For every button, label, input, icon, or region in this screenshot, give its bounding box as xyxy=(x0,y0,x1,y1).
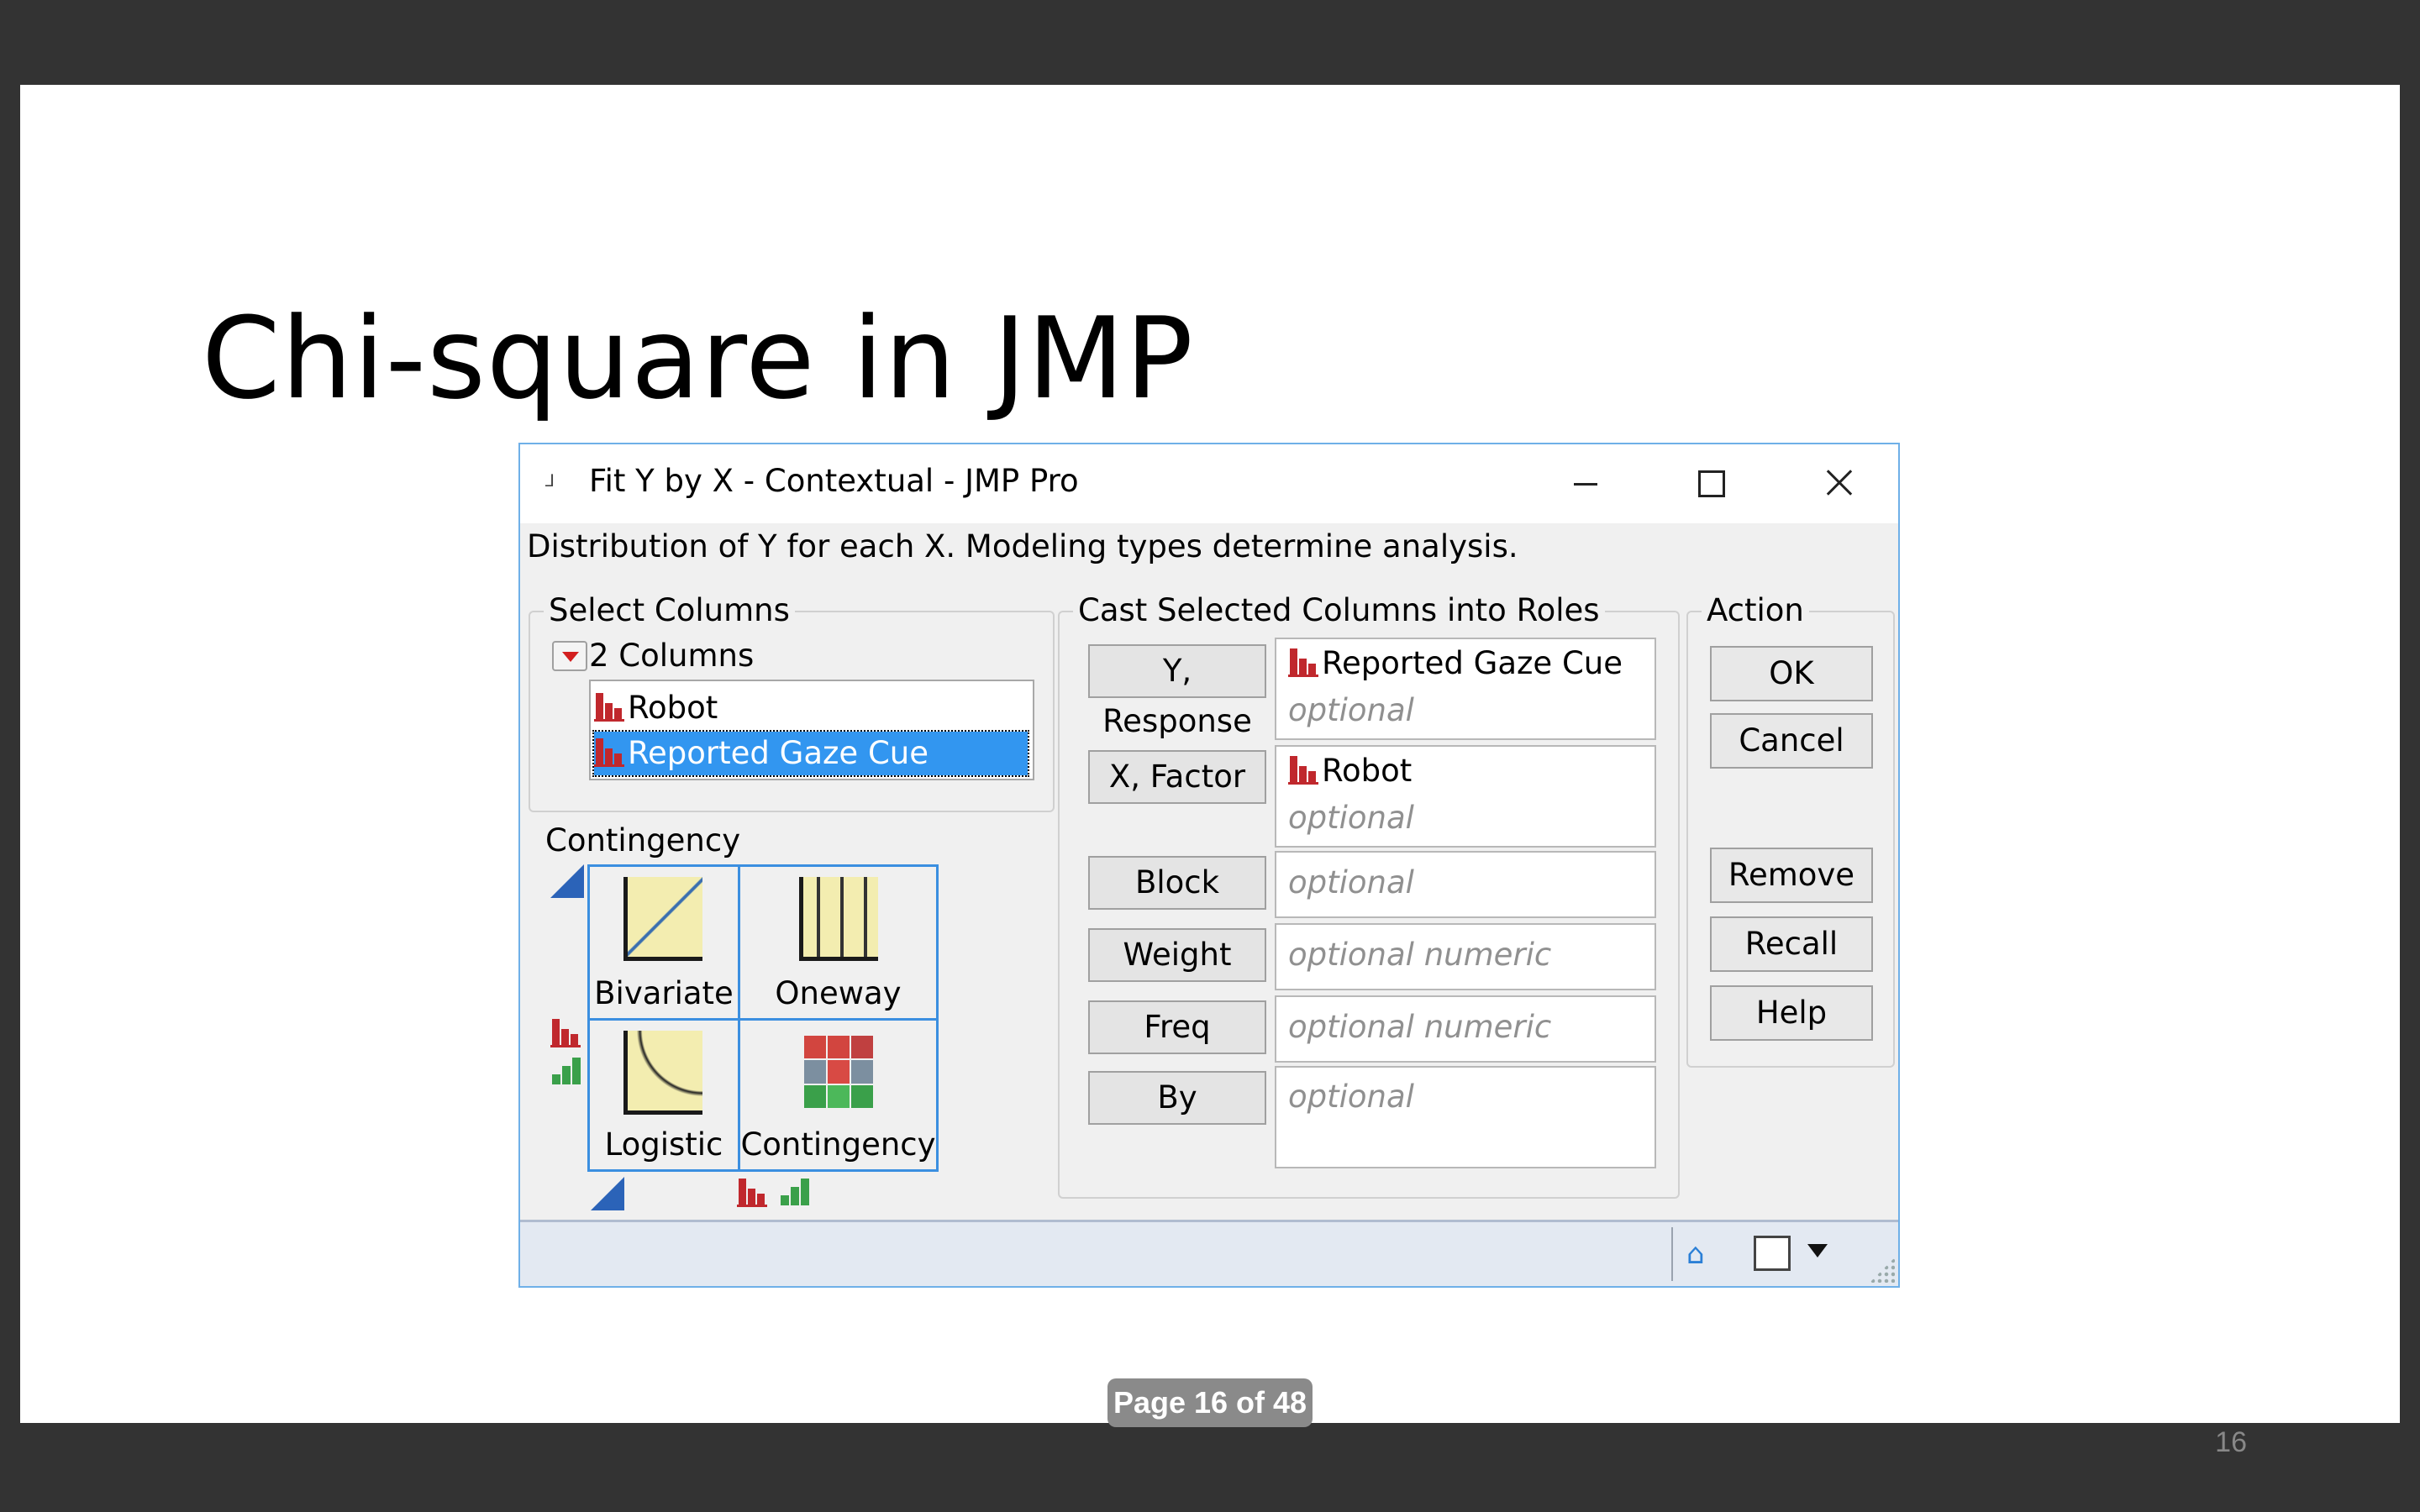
window-title: Fit Y by X - Contextual - JMP Pro xyxy=(589,463,1079,499)
dialog-description: Distribution of Y for each X. Modeling t… xyxy=(527,528,1518,564)
y-response-button[interactable]: Y, Response xyxy=(1088,644,1266,739)
ordinal-icon xyxy=(550,1054,582,1086)
nominal-icon xyxy=(550,1016,582,1047)
bivariate-icon xyxy=(623,877,702,961)
x-factor-button[interactable]: X, Factor xyxy=(1088,750,1266,804)
role-placeholder: optional xyxy=(1288,692,1414,728)
fit-y-by-x-dialog: ⅃ Fit Y by X - Contextual - JMP Pro Dist… xyxy=(518,443,1900,1288)
slide-title: Chi-square in JMP xyxy=(202,293,1194,424)
x-factor-field[interactable]: Robot optional xyxy=(1275,745,1656,848)
status-bar: ⌂ xyxy=(520,1220,1898,1286)
role-placeholder: optional numeric xyxy=(1288,937,1552,973)
home-icon[interactable]: ⌂ xyxy=(1686,1239,1720,1269)
ordinal-icon xyxy=(779,1175,811,1207)
cell-label: Bivariate xyxy=(594,975,734,1011)
ok-button[interactable]: OK xyxy=(1710,646,1873,701)
y-response-field[interactable]: Reported Gaze Cue optional xyxy=(1275,638,1656,740)
select-columns-group: Select Columns 2 Columns Robot Reported … xyxy=(529,592,1055,812)
select-columns-label: Select Columns xyxy=(544,592,795,628)
remove-button[interactable]: Remove xyxy=(1710,848,1873,903)
cast-roles-group: Cast Selected Columns into Roles Y, Resp… xyxy=(1058,592,1680,1199)
role-placeholder: optional numeric xyxy=(1288,1009,1552,1045)
oneway-icon xyxy=(799,877,878,961)
minimize-button[interactable] xyxy=(1520,444,1646,523)
help-button[interactable]: Help xyxy=(1710,985,1873,1041)
role-placeholder: optional xyxy=(1288,1079,1414,1115)
cell-label: Oneway xyxy=(775,975,902,1011)
close-button[interactable] xyxy=(1774,444,1900,523)
nominal-icon xyxy=(737,1175,769,1207)
column-name: Robot xyxy=(628,690,718,726)
dropdown-arrow-icon[interactable] xyxy=(1807,1244,1828,1257)
list-item[interactable]: Robot xyxy=(594,686,1028,730)
oneway-cell[interactable]: Oneway xyxy=(738,867,936,1018)
by-button[interactable]: By xyxy=(1088,1071,1266,1125)
role-placeholder: optional xyxy=(1288,864,1414,900)
cell-label: Contingency xyxy=(740,1126,936,1163)
cancel-button[interactable]: Cancel xyxy=(1710,713,1873,769)
nominal-icon xyxy=(594,735,626,767)
logistic-icon xyxy=(623,1031,702,1115)
action-label: Action xyxy=(1702,592,1809,628)
page-indicator: Page 16 of 48 xyxy=(1107,1378,1313,1427)
resize-grip-icon[interactable] xyxy=(1870,1257,1895,1283)
continuous-icon xyxy=(591,1177,624,1210)
slide-number: 16 xyxy=(2215,1426,2247,1458)
maximize-button[interactable] xyxy=(1646,444,1772,523)
block-button[interactable]: Block xyxy=(1088,856,1266,910)
recall-button[interactable]: Recall xyxy=(1710,916,1873,972)
platform-label: Contingency xyxy=(545,822,741,858)
columns-menu-button[interactable] xyxy=(552,641,587,671)
nominal-icon xyxy=(1288,753,1320,785)
column-list[interactable]: Robot Reported Gaze Cue xyxy=(589,680,1034,780)
nominal-icon xyxy=(594,690,626,722)
status-separator xyxy=(1671,1227,1673,1281)
weight-field[interactable]: optional numeric xyxy=(1275,923,1656,990)
title-bar[interactable]: ⅃ Fit Y by X - Contextual - JMP Pro xyxy=(520,444,1898,523)
cast-roles-label: Cast Selected Columns into Roles xyxy=(1073,592,1605,628)
role-placeholder: optional xyxy=(1288,800,1414,836)
contingency-cell[interactable]: Contingency xyxy=(738,1018,936,1169)
app-icon: ⅃ xyxy=(545,470,555,491)
action-group: Action OK Cancel Remove Recall Help xyxy=(1686,592,1895,1068)
role-value: Robot xyxy=(1322,753,1413,789)
freq-field[interactable]: optional numeric xyxy=(1275,995,1656,1063)
cell-label: Logistic xyxy=(604,1126,723,1163)
weight-button[interactable]: Weight xyxy=(1088,928,1266,982)
by-field[interactable]: optional xyxy=(1275,1066,1656,1168)
nominal-icon xyxy=(1288,645,1320,677)
window-list-checkbox[interactable] xyxy=(1754,1236,1791,1271)
platform-grid: Bivariate Oneway Logistic Contingency xyxy=(587,864,939,1172)
role-value: Reported Gaze Cue xyxy=(1322,645,1623,681)
bivariate-cell[interactable]: Bivariate xyxy=(590,867,738,1018)
column-name: Reported Gaze Cue xyxy=(628,735,929,771)
logistic-cell[interactable]: Logistic xyxy=(590,1018,738,1169)
freq-button[interactable]: Freq xyxy=(1088,1000,1266,1054)
block-field[interactable]: optional xyxy=(1275,851,1656,918)
list-item[interactable]: Reported Gaze Cue xyxy=(592,730,1029,777)
continuous-icon xyxy=(550,864,584,898)
column-count: 2 Columns xyxy=(589,638,755,674)
mosaic-icon xyxy=(804,1036,873,1108)
